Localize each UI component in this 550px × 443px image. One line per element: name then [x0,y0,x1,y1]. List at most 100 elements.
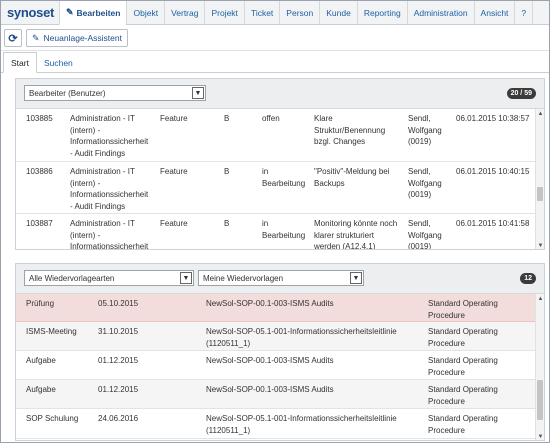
category-line: Informationssicherheit [70,190,149,199]
list-item[interactable]: Prüfung 05.10.2015 NewSol-SOP-00.1-003-I… [16,294,536,322]
assignee-filter-select[interactable]: Bearbeiter (Benutzer) ▼ [24,85,206,101]
owner-line: (0019) [408,190,432,199]
menu-objekt[interactable]: Objekt [126,1,164,24]
view-tabs: Start Suchen [1,52,549,73]
list-item[interactable]: SOP Schulung 24.06.2016 NewSol-SOP-05.1-… [16,409,536,439]
menu-bearbeiten[interactable]: ✎ Bearbeiten [59,1,127,25]
followup-kind-link[interactable]: Prüfung [26,298,54,310]
task-type: Feature [160,219,188,228]
task-priority: B [224,219,230,228]
owner-line: Wolfgang [408,125,442,135]
menu-ansicht[interactable]: Ansicht [473,1,515,24]
menu-kunde[interactable]: Kunde [319,1,357,24]
category-line: (intern) - [70,178,101,188]
subject-line: (1120511_1) [206,338,251,348]
subject-line: NewSol-SOP-05.1-001-Informationssicherhe… [206,327,397,336]
menu-projekt[interactable]: Projekt [204,1,243,24]
task-id-link[interactable]: 103886 [26,166,53,178]
scroll-up-icon[interactable]: ▲ [536,294,544,303]
followups-panel: Alle Wiedervorlagearten ▼ Meine Wiedervo… [15,263,545,441]
menu-person[interactable]: Person [279,1,319,24]
status-line: in [262,219,269,228]
title-line: bzgl. Changes [314,137,366,146]
tasks-panel: Bearbeiter (Benutzer) ▼ 20 / 59 103885 A… [15,78,545,250]
tasks-scrollbar[interactable]: ▲ ▼ [535,109,544,249]
menu-help[interactable]: ? [514,1,534,24]
followup-subject: NewSol-SOP-05.1-001-Informationssicherhe… [206,326,424,349]
scroll-down-icon[interactable]: ▼ [536,432,544,440]
followup-scope-select[interactable]: Meine Wiedervorlagen ▼ [198,270,364,286]
refresh-button[interactable]: ⟳ [4,29,22,47]
followup-kind-link[interactable]: Aufgabe [26,355,56,367]
category-line: Informationssicherheit [70,242,149,250]
assignee-filter-value: Bearbeiter (Benutzer) [29,88,106,98]
scroll-down-icon[interactable]: ▼ [536,241,544,249]
followups-panel-header: Alle Wiedervorlagearten ▼ Meine Wiedervo… [16,264,544,294]
category-line: (intern) - [70,230,101,240]
menu-vertrag[interactable]: Vertrag [164,1,204,24]
status-line: Bearbeitung [262,178,306,188]
followup-doc-type: Standard Operating Procedure [428,413,528,436]
subject-line: NewSol-SOP-05.1-001-Informationssicherhe… [206,414,397,423]
followups-count-badge: 12 [520,273,536,284]
task-category: Administration - IT (intern) - Informati… [70,166,158,212]
refresh-icon: ⟳ [8,32,18,45]
table-row[interactable]: 103885 Administration - IT (intern) - In… [16,109,536,162]
followup-subject: NewSol-SOP-00.1-003-ISMS Audits [206,355,424,367]
owner-line: (0019) [408,242,432,250]
scroll-up-icon[interactable]: ▲ [536,109,544,118]
table-row[interactable]: 103887 Administration - IT (intern) - In… [16,214,536,250]
tab-suchen[interactable]: Suchen [37,53,80,72]
subject-line: (1120511_1) [206,425,251,435]
followup-scope-value: Meine Wiedervorlagen [203,273,284,283]
list-item[interactable]: Aufgabe 01.12.2015 NewSol-SOP-00.1-003-I… [16,380,536,409]
task-owner: Sendl, Wolfgang (0019) [408,113,458,148]
new-wizard-button[interactable]: ✎ Neuanlage-Assistent [26,29,128,47]
doc-type-line: Standard Operating [428,356,498,365]
list-item[interactable]: Aufgabe 01.12.2015 NewSol-SOP-00.1-003-I… [16,351,536,380]
followup-date: 05.10.2015 [98,299,139,308]
status-line: in [262,167,269,176]
doc-type-line: Procedure [428,338,465,348]
category-line: - Audit Findings [70,148,126,158]
category-line: Administration - IT [70,167,135,176]
tasks-list[interactable]: 103885 Administration - IT (intern) - In… [16,109,544,250]
followup-date: 01.12.2015 [98,356,139,365]
app-window: synoset ✎ Bearbeiten Objekt Vertrag Proj… [0,0,550,443]
task-owner: Sendl, Wolfgang (0019) [408,166,458,201]
scroll-thumb[interactable] [537,187,543,201]
task-category: Administration - IT (intern) - Informati… [70,218,158,250]
menu-reporting[interactable]: Reporting [356,1,407,24]
menu-ticket[interactable]: Ticket [243,1,279,24]
followups-list[interactable]: Prüfung 05.10.2015 NewSol-SOP-00.1-003-I… [16,294,544,440]
chevron-down-icon: ▼ [350,272,362,284]
owner-line: (0019) [408,137,432,146]
new-wizard-label: Neuanlage-Assistent [43,33,122,43]
task-owner: Sendl, Wolfgang (0019) [408,218,458,250]
followup-date: 24.06.2016 [98,414,139,423]
menu-administration[interactable]: Administration [406,1,474,24]
title-line: Klare [314,114,333,123]
owner-line: Sendl, [408,114,431,123]
tab-start[interactable]: Start [3,52,37,73]
owner-line: Sendl, [408,167,431,176]
title-line: Backups [314,178,345,188]
followup-doc-type: Standard Operating Procedure [428,326,528,349]
subject-line: NewSol-SOP-00.1-003-ISMS Audits [206,299,334,308]
followup-doc-type: Standard Operating Procedure [428,298,528,321]
followup-kind-link[interactable]: SOP Schulung [26,413,78,425]
task-id-link[interactable]: 103885 [26,113,53,125]
table-row[interactable]: 103886 Administration - IT (intern) - In… [16,162,536,214]
scroll-thumb[interactable] [537,380,543,420]
followups-scrollbar[interactable]: ▲ ▼ [535,294,544,440]
followup-type-select[interactable]: Alle Wiedervorlagearten ▼ [24,270,194,286]
doc-type-line: Procedure [428,310,465,320]
main-menu-bar: synoset ✎ Bearbeiten Objekt Vertrag Proj… [1,1,549,25]
list-item[interactable]: ISMS-Meeting 31.10.2015 NewSol-SOP-05.1-… [16,322,536,351]
followup-kind-link[interactable]: ISMS-Meeting [26,326,77,338]
task-id-link[interactable]: 103887 [26,218,53,230]
status-line: Bearbeitung [262,230,306,240]
toolbar: ⟳ ✎ Neuanlage-Assistent [1,26,549,51]
followup-kind-link[interactable]: Aufgabe [26,384,56,396]
title-line: klarer strukturiert [314,230,375,240]
